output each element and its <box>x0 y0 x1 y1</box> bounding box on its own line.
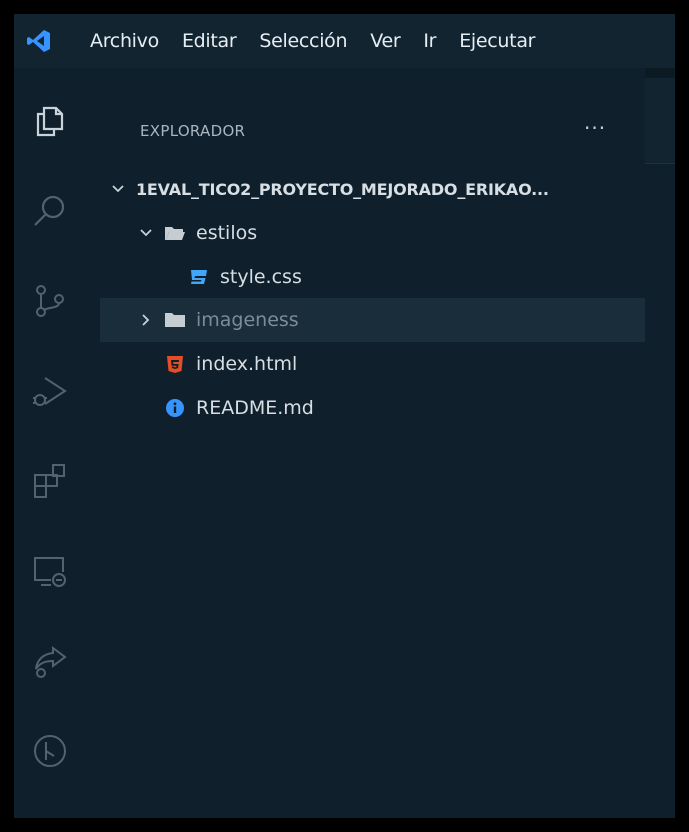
editor-tab-strip <box>645 68 675 163</box>
menu-ejecutar[interactable]: Ejecutar <box>459 30 535 52</box>
activity-bar <box>14 68 86 818</box>
menu-ir[interactable]: Ir <box>423 30 436 52</box>
explorer-panel: EXPLORADOR ··· 1EVAL_TICO2_PROYECTO_MEJO… <box>100 68 645 818</box>
files-icon[interactable] <box>25 96 75 146</box>
css-file-icon <box>188 267 210 287</box>
chevron-down-icon <box>136 223 156 243</box>
search-icon[interactable] <box>25 186 75 236</box>
tree-item-label: README.md <box>196 397 314 419</box>
tree-item-label: estilos <box>196 222 258 244</box>
extensions-icon[interactable] <box>25 456 75 506</box>
html-file-icon <box>164 354 186 374</box>
info-icon <box>164 398 186 418</box>
chevron-down-icon <box>108 179 128 199</box>
menu-editar[interactable]: Editar <box>182 30 237 52</box>
tree-item-folder[interactable]: estilos <box>136 211 257 255</box>
folder-icon <box>164 310 186 330</box>
menu-seleccion[interactable]: Selección <box>259 30 347 52</box>
vscode-logo-icon <box>14 14 64 68</box>
remote-explorer-icon[interactable] <box>25 546 75 596</box>
workspace-root-label: 1EVAL_TICO2_PROYECTO_MEJORADO_ERIKAO... <box>136 179 549 199</box>
vscode-window: Archivo Editar Selección Ver Ir Ejecutar <box>14 14 675 818</box>
tree-item-file[interactable]: style.css <box>188 255 302 299</box>
tree-item-file[interactable]: index.html <box>164 342 297 386</box>
editor-tab[interactable] <box>645 78 675 163</box>
menu-bar: Archivo Editar Selección Ver Ir Ejecutar <box>14 14 675 68</box>
live-share-icon[interactable] <box>25 636 75 686</box>
tree-item-folder-selected[interactable]: imageness <box>100 298 645 342</box>
editor-area[interactable] <box>645 163 675 818</box>
run-debug-icon[interactable] <box>25 366 75 416</box>
menu-ver[interactable]: Ver <box>370 30 400 52</box>
tree-item-label: imageness <box>196 309 299 331</box>
workspace-root[interactable]: 1EVAL_TICO2_PROYECTO_MEJORADO_ERIKAO... <box>108 167 549 211</box>
chevron-right-icon <box>136 310 156 330</box>
menu-archivo[interactable]: Archivo <box>90 30 159 52</box>
source-control-icon[interactable] <box>25 276 75 326</box>
tree-item-label: style.css <box>220 266 302 288</box>
tree-item-file[interactable]: README.md <box>164 386 314 430</box>
more-actions-button[interactable]: ··· <box>584 116 606 140</box>
timeline-icon[interactable] <box>25 726 75 776</box>
explorer-title: EXPLORADOR <box>140 122 246 140</box>
tree-item-label: index.html <box>196 353 298 375</box>
folder-open-icon <box>164 223 186 243</box>
